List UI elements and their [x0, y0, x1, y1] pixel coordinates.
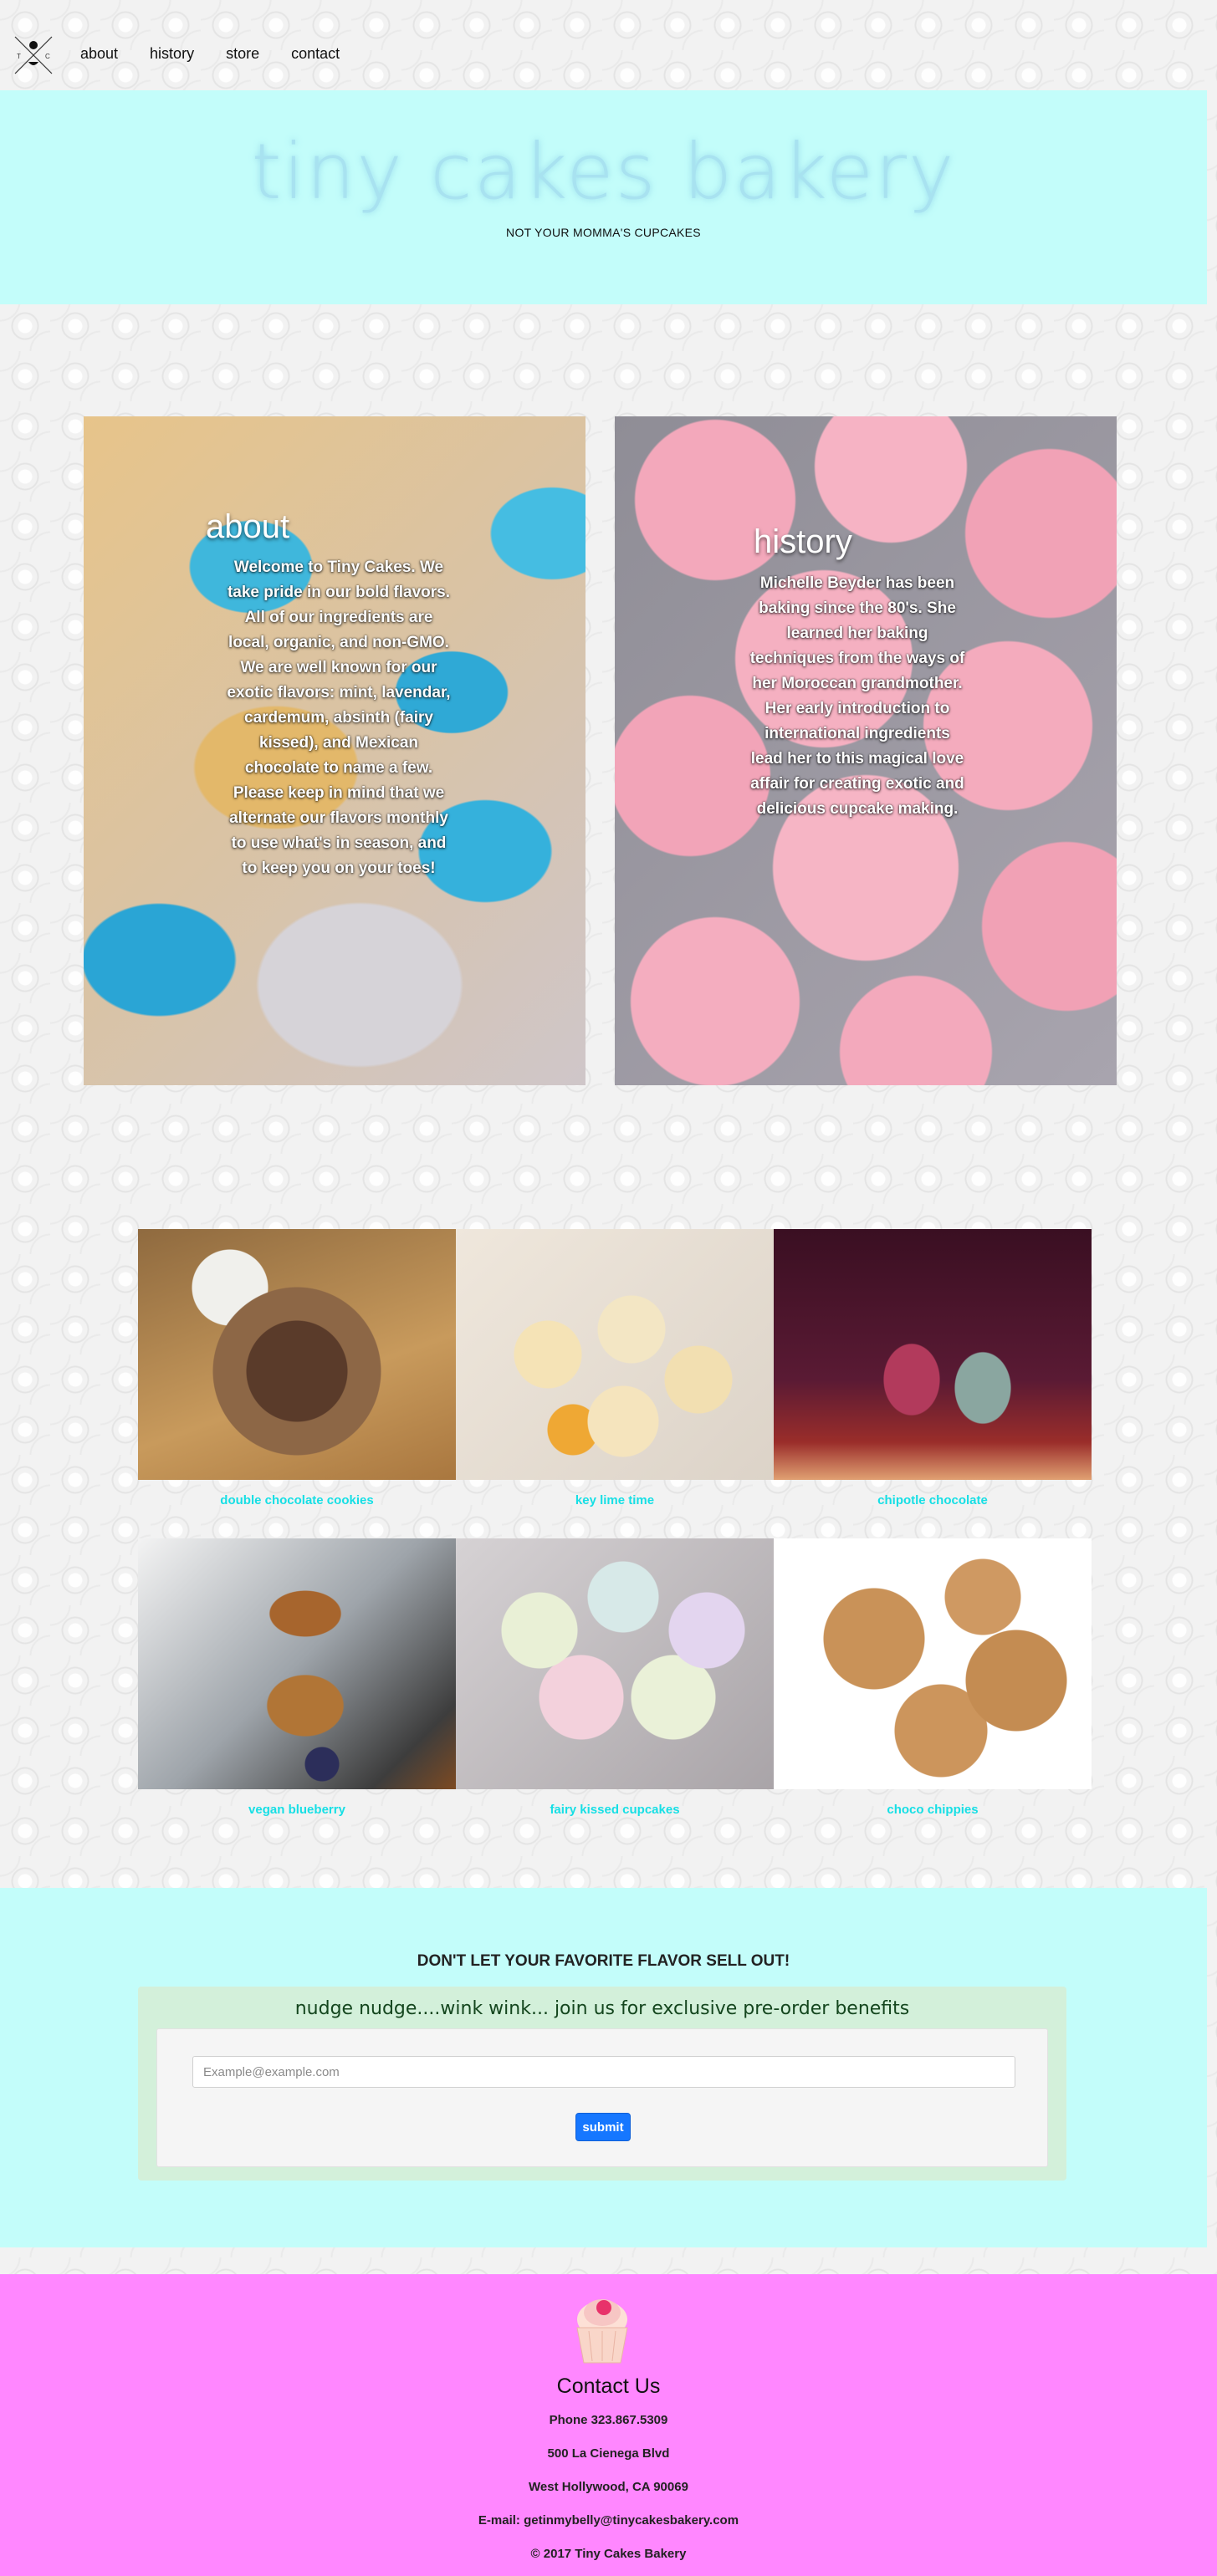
contact-city: West Hollywood, CA 90069: [529, 2480, 688, 2494]
hero-banner: tiny cakes bakery NOT YOUR MOMMA'S CUPCA…: [0, 90, 1207, 304]
about-panel: about Welcome to Tiny Cakes. We take pri…: [84, 416, 585, 1085]
about-title: about: [206, 508, 290, 545]
gallery-caption: fairy kissed cupcakes: [550, 1803, 680, 1817]
double-chocolate-cookies-image[interactable]: [138, 1229, 456, 1480]
gallery-caption: double chocolate cookies: [220, 1493, 374, 1507]
preorder-box: nudge nudge....wink wink... join us for …: [138, 1987, 1066, 2181]
gallery-card[interactable]: vegan blueberry: [138, 1538, 456, 1817]
nav-links: about history store contact: [80, 45, 371, 63]
submit-button[interactable]: submit: [575, 2113, 631, 2141]
hero-title: tiny cakes bakery: [251, 127, 956, 217]
chipotle-chocolate-image[interactable]: [774, 1229, 1092, 1480]
preorder-heading: DON'T LET YOUR FAVORITE FLAVOR SELL OUT!: [417, 1952, 790, 1970]
vegan-blueberry-image[interactable]: [138, 1538, 456, 1789]
contact-footer: Contact Us Phone 323.867.5309 500 La Cie…: [0, 2274, 1217, 2576]
top-nav: T C about history store contact: [0, 30, 1217, 80]
gallery-caption: chipotle chocolate: [877, 1493, 988, 1507]
preorder-form: submit: [156, 2028, 1048, 2167]
history-panel: history Michelle Beyder has been baking …: [615, 416, 1117, 1085]
fairy-kissed-cupcakes-image[interactable]: [456, 1538, 774, 1789]
hero-subtitle: NOT YOUR MOMMA'S CUPCAKES: [506, 226, 701, 239]
logo-letter-c: C: [45, 53, 50, 60]
email-input[interactable]: [192, 2056, 1015, 2088]
choco-chippies-image[interactable]: [774, 1538, 1092, 1789]
preorder-lead: nudge nudge....wink wink... join us for …: [294, 1998, 910, 2019]
nav-link-about[interactable]: about: [80, 45, 118, 63]
key-lime-cupcakes-image[interactable]: [456, 1229, 774, 1480]
gallery-caption: key lime time: [575, 1493, 655, 1507]
history-text: Michelle Beyder has been baking since th…: [749, 574, 965, 818]
nav-link-contact[interactable]: contact: [291, 45, 340, 63]
gallery-caption: vegan blueberry: [248, 1803, 345, 1817]
logo-letter-t: T: [17, 53, 21, 60]
gallery-card[interactable]: double chocolate cookies: [138, 1229, 456, 1507]
bakery-logo-icon[interactable]: T C: [12, 33, 55, 77]
copyright: © 2017 Tiny Cakes Bakery: [530, 2547, 687, 2561]
nav-link-store[interactable]: store: [226, 45, 259, 63]
about-text: Welcome to Tiny Cakes. We take pride in …: [227, 559, 451, 877]
contact-street: 500 La Cienega Blvd: [547, 2446, 670, 2461]
contact-phone: Phone 323.867.5309: [549, 2413, 668, 2427]
history-title: history: [754, 523, 852, 560]
gallery-caption: choco chippies: [887, 1803, 979, 1817]
gallery-card[interactable]: choco chippies: [774, 1538, 1092, 1817]
gallery-card[interactable]: fairy kissed cupcakes: [456, 1538, 774, 1817]
gallery-card[interactable]: chipotle chocolate: [774, 1229, 1092, 1507]
nav-link-history[interactable]: history: [150, 45, 194, 63]
preorder-section: DON'T LET YOUR FAVORITE FLAVOR SELL OUT!…: [0, 1888, 1207, 2247]
contact-title: Contact Us: [556, 2375, 661, 2398]
contact-email[interactable]: E-mail: getinmybelly@tinycakesbakery.com: [0, 2513, 1217, 2528]
cupcake-icon: [576, 2299, 628, 2364]
gallery-card[interactable]: key lime time: [456, 1229, 774, 1507]
